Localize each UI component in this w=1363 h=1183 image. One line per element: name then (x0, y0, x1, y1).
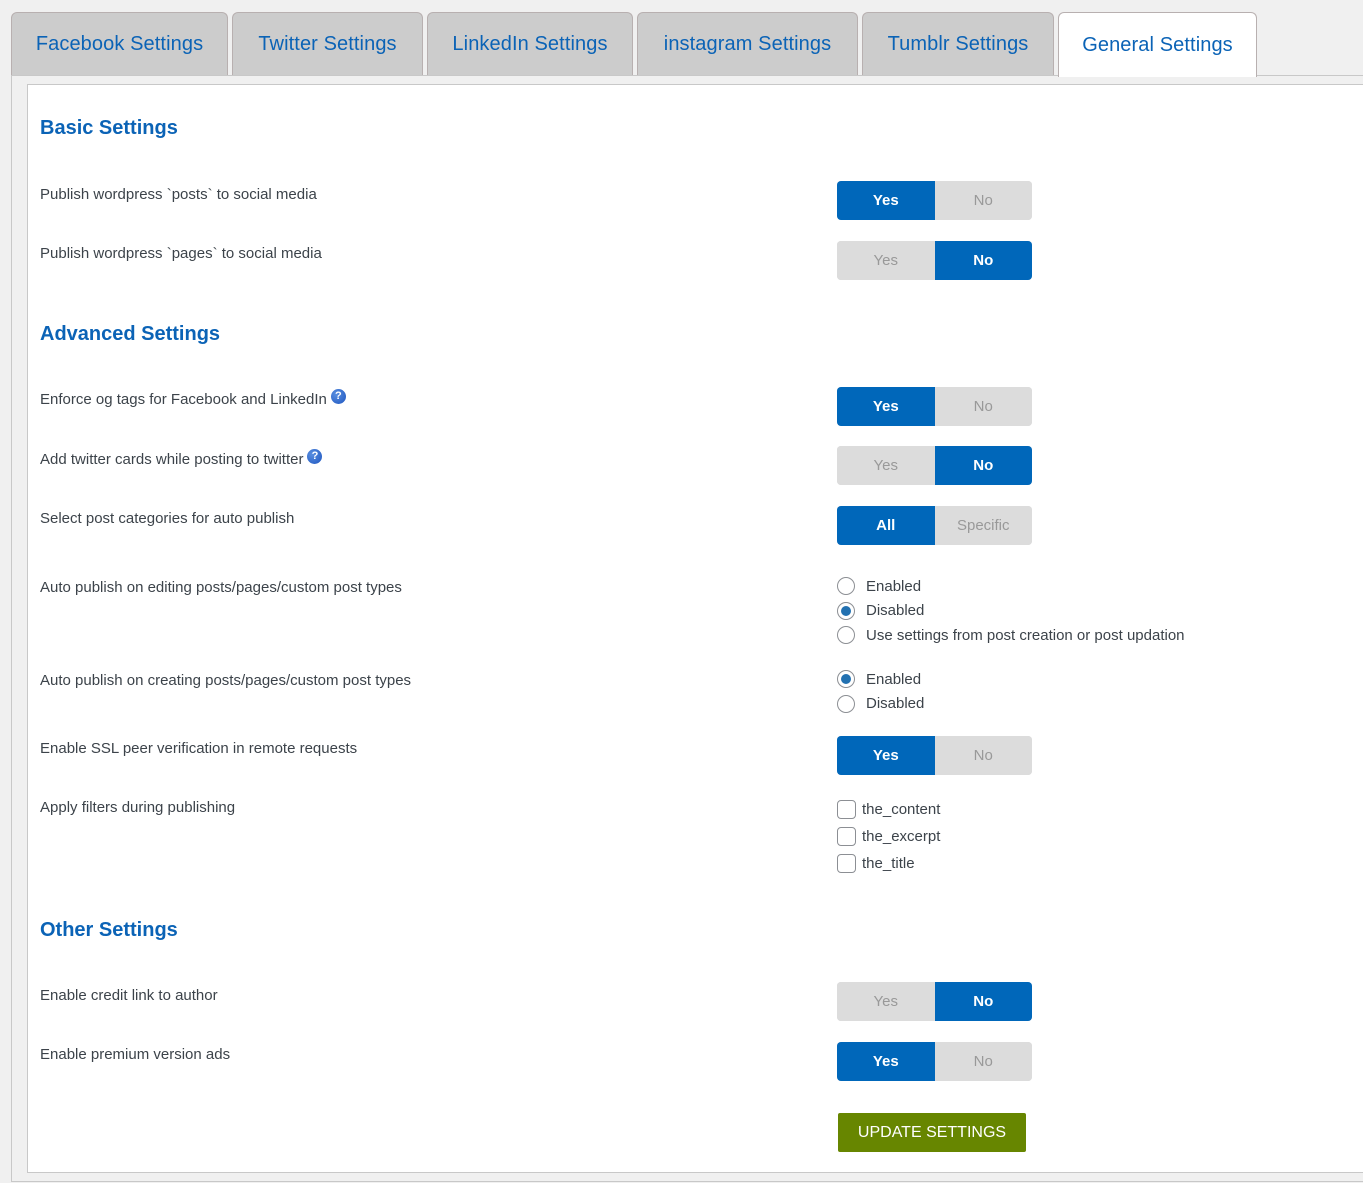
toggle-option-no[interactable]: No (934, 736, 1032, 775)
radio-group-auto-publish-creating: Enabled Disabled (837, 667, 924, 716)
section-heading-basic: Basic Settings (40, 117, 178, 139)
radio-option-use-post-settings[interactable]: Use settings from post creation or post … (837, 623, 1185, 648)
radio-option-disabled[interactable]: Disabled (837, 599, 1185, 624)
checkbox[interactable] (837, 800, 856, 819)
checkbox-label: the_content (862, 801, 941, 818)
section-heading-other: Other Settings (40, 919, 178, 941)
toggle-option-yes[interactable]: Yes (837, 736, 935, 775)
label-publish-pages: Publish wordpress `pages` to social medi… (40, 245, 322, 262)
toggle-option-no[interactable]: No (934, 181, 1032, 220)
label-og-tags: Enforce og tags for Facebook and LinkedI… (40, 389, 346, 408)
checkbox[interactable] (837, 854, 856, 873)
tab-twitter-settings[interactable]: Twitter Settings (232, 12, 423, 75)
radio-option-enabled[interactable]: Enabled (837, 667, 924, 692)
toggle-ssl-verification: Yes No (837, 736, 1032, 775)
tab-facebook-settings[interactable]: Facebook Settings (11, 12, 228, 75)
label-ssl-verification: Enable SSL peer verification in remote r… (40, 740, 358, 757)
label-auto-publish-editing: Auto publish on editing posts/pages/cust… (40, 579, 402, 596)
toggle-og-tags: Yes No (837, 387, 1032, 426)
radio-label: Disabled (866, 602, 925, 620)
label-og-tags-text: Enforce og tags for Facebook and LinkedI… (40, 391, 327, 408)
radio-group-auto-publish-editing: Enabled Disabled Use settings from post … (837, 574, 1185, 648)
toggle-option-yes[interactable]: Yes (837, 241, 935, 280)
label-twitter-cards: Add twitter cards while posting to twitt… (40, 449, 323, 468)
update-settings-button[interactable]: UPDATE SETTINGS (838, 1113, 1026, 1152)
radio-button[interactable] (837, 626, 855, 645)
toggle-option-all[interactable]: All (837, 506, 935, 545)
checkbox-option-the-title[interactable]: the_title (837, 850, 940, 877)
toggle-option-no[interactable]: No (934, 241, 1032, 280)
radio-button[interactable] (837, 601, 855, 620)
radio-option-enabled[interactable]: Enabled (837, 574, 1185, 599)
tab-tumblr-settings[interactable]: Tumblr Settings (862, 12, 1054, 75)
toggle-option-yes[interactable]: Yes (837, 181, 935, 220)
radio-option-disabled[interactable]: Disabled (837, 692, 924, 717)
toggle-credit-link: Yes No (837, 982, 1032, 1021)
radio-button[interactable] (837, 670, 855, 689)
radio-label: Enabled (866, 577, 922, 595)
checkbox-option-the-excerpt[interactable]: the_excerpt (837, 823, 940, 850)
toggle-publish-pages: Yes No (837, 241, 1032, 280)
toggle-option-no[interactable]: No (934, 387, 1032, 426)
toggle-post-categories: All Specific (837, 506, 1032, 545)
radio-button[interactable] (837, 577, 855, 596)
label-twitter-cards-text: Add twitter cards while posting to twitt… (40, 451, 304, 468)
toggle-twitter-cards: Yes No (837, 446, 1032, 485)
radio-label: Use settings from post creation or post … (866, 626, 1185, 644)
label-premium-ads: Enable premium version ads (40, 1046, 231, 1063)
label-apply-filters: Apply filters during publishing (40, 799, 236, 816)
tab-linkedin-settings[interactable]: LinkedIn Settings (427, 12, 633, 75)
toggle-option-yes[interactable]: Yes (837, 387, 935, 426)
label-credit-link: Enable credit link to author (40, 987, 218, 1004)
radio-label: Disabled (866, 695, 925, 713)
toggle-premium-ads: Yes No (837, 1042, 1032, 1081)
settings-tabs: Facebook Settings Twitter Settings Linke… (11, 12, 1261, 77)
radio-label: Enabled (866, 670, 922, 688)
toggle-option-yes[interactable]: Yes (837, 982, 935, 1021)
section-heading-advanced: Advanced Settings (40, 323, 221, 345)
checkbox-label: the_title (862, 855, 915, 872)
label-publish-posts: Publish wordpress `posts` to social medi… (40, 186, 317, 203)
label-post-categories: Select post categories for auto publish (40, 510, 295, 527)
toggle-option-no[interactable]: No (934, 1042, 1032, 1081)
tab-instagram-settings[interactable]: instagram Settings (637, 12, 858, 75)
checkbox-group-apply-filters: the_content the_excerpt the_title (837, 796, 940, 877)
help-icon[interactable]: ? (307, 449, 323, 464)
toggle-option-yes[interactable]: Yes (837, 446, 935, 485)
tab-general-settings[interactable]: General Settings (1058, 12, 1257, 77)
help-icon[interactable]: ? (330, 389, 346, 404)
radio-button[interactable] (837, 694, 855, 713)
checkbox-label: the_excerpt (862, 828, 941, 845)
toggle-option-yes[interactable]: Yes (837, 1042, 935, 1081)
toggle-publish-posts: Yes No (837, 181, 1032, 220)
label-auto-publish-creating: Auto publish on creating posts/pages/cus… (40, 672, 412, 689)
checkbox-option-the-content[interactable]: the_content (837, 796, 940, 823)
toggle-option-specific[interactable]: Specific (934, 506, 1032, 545)
toggle-option-no[interactable]: No (934, 446, 1032, 485)
toggle-option-no[interactable]: No (934, 982, 1032, 1021)
checkbox[interactable] (837, 827, 856, 846)
